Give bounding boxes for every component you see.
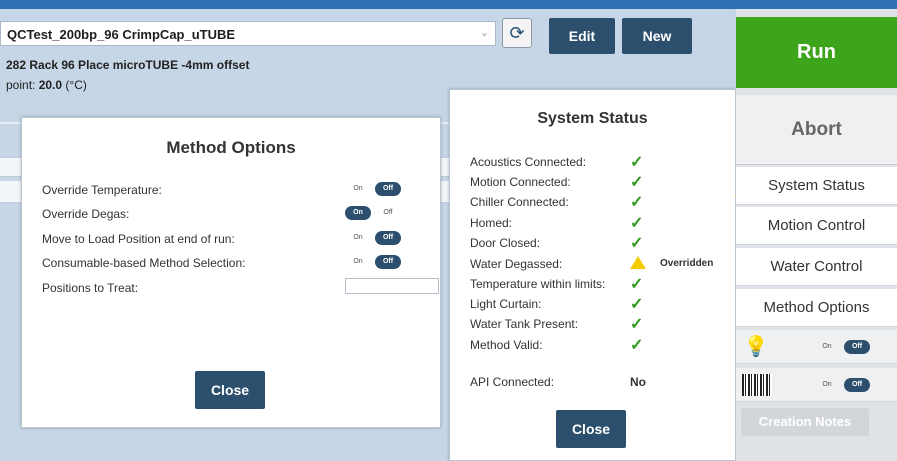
status-row: Method Valid: ✓ — [470, 335, 730, 355]
option-row-consumable-selection: Consumable-based Method Selection: On Of… — [42, 253, 422, 273]
toggle-off-label: Off — [844, 340, 870, 354]
close-button[interactable]: Close — [556, 410, 626, 448]
status-label: API Connected: — [470, 375, 555, 389]
option-label: Move to Load Position at end of run: — [42, 232, 235, 246]
setpoint-value: 20.0 — [38, 78, 63, 92]
status-row: Temperature within limits: ✓ — [470, 274, 730, 294]
override-temperature-toggle[interactable]: On Off — [345, 182, 403, 196]
toggle-on-label: On — [822, 343, 832, 350]
sidebar-item-system-status[interactable]: System Status — [736, 167, 897, 205]
new-button[interactable]: New — [622, 18, 692, 54]
toggle-off-label: Off — [844, 378, 870, 392]
sidebar-item-motion-control[interactable]: Motion Control — [736, 207, 897, 245]
method-options-dialog: Method Options Override Temperature: On … — [21, 117, 441, 428]
checkmark-icon: ✓ — [630, 174, 644, 191]
option-row-override-temperature: Override Temperature: On Off — [42, 180, 422, 200]
status-note: Overridden — [660, 258, 714, 269]
toggle-off-label: Off — [375, 255, 401, 269]
status-row: Water Tank Present: ✓ — [470, 314, 730, 334]
checkmark-icon: ✓ — [630, 337, 644, 354]
toggle-off-label: Off — [375, 231, 401, 245]
api-status-value: No — [630, 375, 646, 389]
checkmark-icon: ✓ — [630, 316, 644, 333]
toggle-on-label: On — [353, 258, 363, 265]
move-to-load-toggle[interactable]: On Off — [345, 231, 403, 245]
option-row-override-degas: Override Degas: On Off — [42, 204, 422, 224]
run-button[interactable]: Run — [736, 17, 897, 88]
warning-icon — [630, 256, 646, 269]
status-label: Temperature within limits: — [470, 277, 606, 291]
checkmark-icon: ✓ — [630, 154, 644, 171]
edit-button[interactable]: Edit — [549, 18, 615, 54]
status-row: Water Degassed: Overridden — [470, 254, 730, 274]
system-status-dialog: System Status Acoustics Connected: ✓ Mot… — [449, 89, 736, 461]
setpoint-line: point: 20.0 (°C) — [6, 78, 87, 92]
status-label: Light Curtain: — [470, 297, 542, 311]
status-label: Motion Connected: — [470, 175, 571, 189]
barcode-icon — [742, 374, 772, 396]
toggle-on-label: On — [345, 206, 371, 220]
toggle-on-label: On — [353, 185, 363, 192]
toggle-off-label: Off — [375, 182, 401, 196]
sidebar-item-method-options[interactable]: Method Options — [736, 289, 897, 327]
option-label: Override Temperature: — [42, 183, 162, 197]
option-label: Override Degas: — [42, 207, 130, 221]
setpoint-prefix: point: — [6, 78, 36, 92]
setpoint-unit: (°C) — [65, 78, 87, 92]
dialog-title: Method Options — [166, 138, 296, 157]
barcode-toggle[interactable]: On Off — [814, 378, 872, 392]
dialog-title: System Status — [537, 110, 648, 127]
option-label: Positions to Treat: — [42, 281, 139, 295]
status-row: Chiller Connected: ✓ — [470, 192, 730, 212]
option-row-positions: Positions to Treat: — [42, 278, 439, 298]
status-row: Acoustics Connected: ✓ — [470, 152, 730, 172]
checkmark-icon: ✓ — [630, 296, 644, 313]
barcode-toggle-row: On Off — [736, 368, 897, 402]
toggle-on-label: On — [822, 381, 832, 388]
status-label: Door Closed: — [470, 236, 541, 250]
method-select[interactable]: QCTest_200bp_96 CrimpCap_uTUBE ⌄ — [0, 21, 496, 46]
status-label: Water Degassed: — [470, 257, 563, 271]
plate-description: 282 Rack 96 Place microTUBE -4mm offset — [6, 58, 250, 72]
method-select-value: QCTest_200bp_96 CrimpCap_uTUBE — [7, 27, 236, 42]
sidebar-item-water-control[interactable]: Water Control — [736, 248, 897, 286]
toggle-on-label: On — [353, 234, 363, 241]
status-label: Water Tank Present: — [470, 317, 579, 331]
lightbulb-icon: 💡 — [743, 336, 769, 358]
status-label: Acoustics Connected: — [470, 155, 587, 169]
close-button[interactable]: Close — [195, 371, 265, 409]
status-label: Homed: — [470, 216, 513, 230]
status-row: Homed: ✓ — [470, 213, 730, 233]
option-row-move-to-load: Move to Load Position at end of run: On … — [42, 229, 422, 249]
status-row-api: API Connected: No — [470, 372, 730, 392]
abort-button[interactable]: Abort — [736, 95, 897, 165]
checkmark-icon: ✓ — [630, 235, 644, 252]
light-toggle[interactable]: On Off — [814, 340, 872, 354]
toggle-off-label: Off — [383, 209, 393, 216]
top-accent-bar — [0, 0, 897, 9]
positions-to-treat-input[interactable] — [345, 278, 439, 294]
status-row: Motion Connected: ✓ — [470, 172, 730, 192]
status-label: Method Valid: — [470, 338, 543, 352]
status-label: Chiller Connected: — [470, 195, 569, 209]
checkmark-icon: ✓ — [630, 276, 644, 293]
status-row: Light Curtain: ✓ — [470, 294, 730, 314]
option-label: Consumable-based Method Selection: — [42, 256, 246, 270]
checkmark-icon: ✓ — [630, 194, 644, 211]
override-degas-toggle[interactable]: On Off — [345, 206, 403, 220]
chevron-down-icon[interactable]: ⌄ — [480, 26, 489, 39]
checkmark-icon: ✓ — [630, 215, 644, 232]
consumable-selection-toggle[interactable]: On Off — [345, 255, 403, 269]
light-toggle-row: 💡 On Off — [736, 330, 897, 364]
refresh-icon: ⟳ — [509, 23, 525, 43]
refresh-button[interactable]: ⟳ — [502, 18, 532, 48]
creation-notes-button[interactable]: Creation Notes — [741, 408, 869, 436]
status-row: Door Closed: ✓ — [470, 233, 730, 253]
